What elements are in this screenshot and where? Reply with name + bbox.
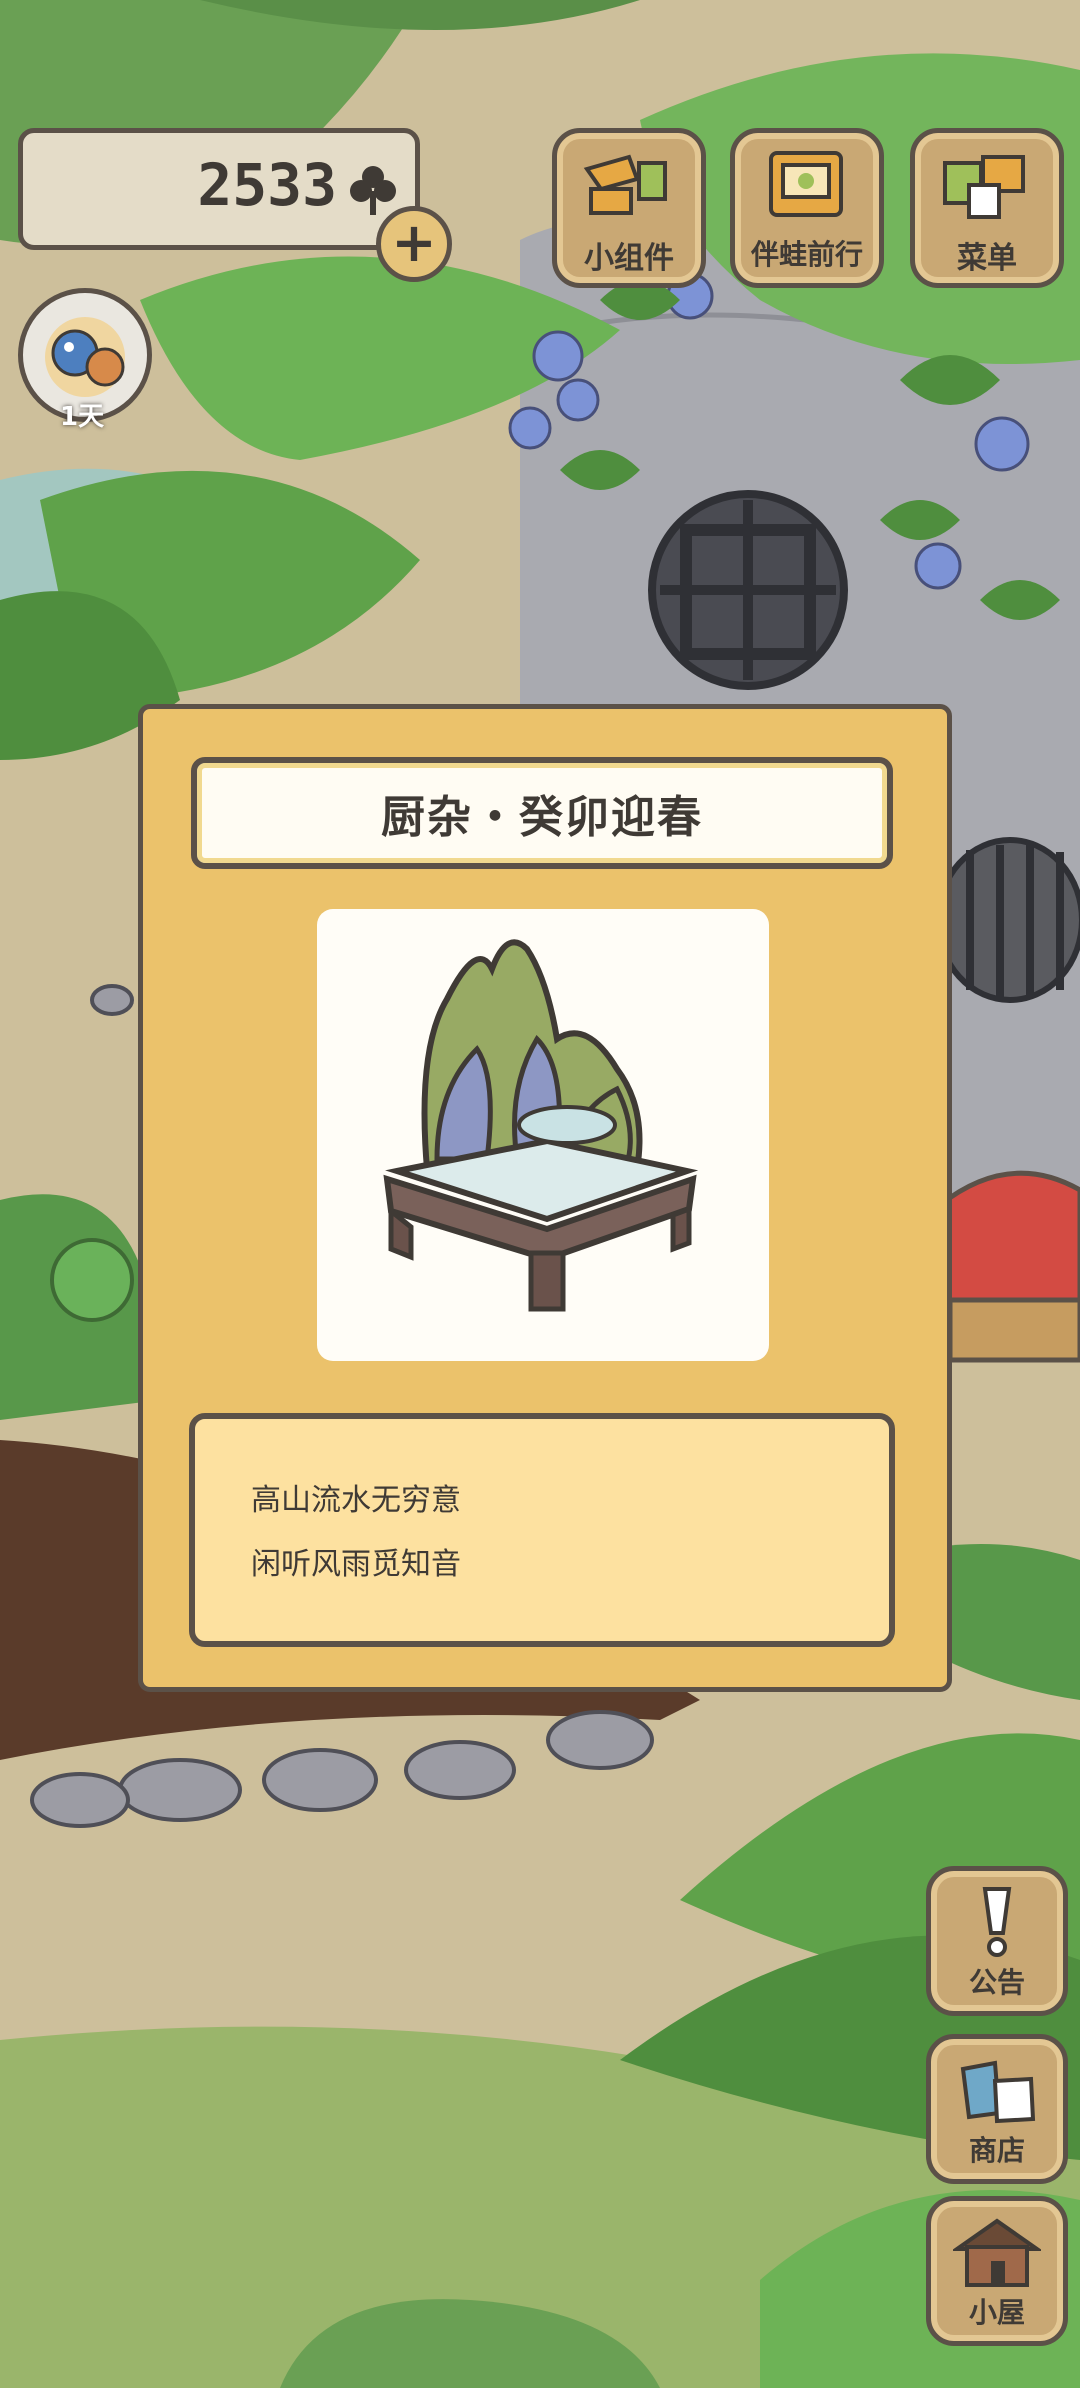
bonsai-rock-fountain-icon: [383, 939, 699, 1312]
travel-with-frog-label: 伴蛙前行: [750, 238, 863, 271]
menu-icon: [943, 155, 1025, 219]
item-title: 厨杂・癸卯迎春: [191, 757, 893, 869]
shop-button[interactable]: 商店: [926, 2034, 1068, 2184]
cabin-label: 小屋: [968, 2296, 1025, 2329]
widgets-button[interactable]: 小组件: [552, 128, 706, 288]
description-line-2: 闲听风雨觅知音: [251, 1547, 461, 1582]
menu-button[interactable]: 菜单: [910, 128, 1064, 288]
clover-icon: [350, 166, 396, 215]
exclamation-icon: [982, 1887, 1012, 1957]
notice-button[interactable]: 公告: [926, 1866, 1068, 2016]
cabin-button[interactable]: 小屋: [926, 2196, 1068, 2346]
clover-count: 2533: [197, 151, 337, 219]
notice-label: 公告: [968, 1966, 1025, 1999]
add-clover-button[interactable]: +: [376, 206, 452, 282]
shop-bags-icon: [960, 2060, 1036, 2124]
widgets-icon: [583, 154, 667, 215]
item-image-frame: [317, 909, 769, 1361]
menu-label: 菜单: [957, 241, 1017, 276]
shop-label: 商店: [968, 2134, 1025, 2167]
clover-counter: 2533: [18, 128, 420, 250]
item-description-box: 高山流水无穷意 闲听风雨觅知音: [189, 1413, 895, 1647]
day-counter: 1天: [60, 402, 105, 432]
widgets-label: 小组件: [584, 241, 674, 276]
house-icon: [953, 2218, 1041, 2287]
frog-journal-icon: [769, 151, 843, 217]
travel-with-frog-button[interactable]: 伴蛙前行: [730, 128, 884, 288]
description-line-1: 高山流水无穷意: [251, 1483, 461, 1518]
item-detail-panel[interactable]: 厨杂・癸卯迎春 高山流水无穷意 闲听风雨觅知音: [138, 704, 952, 1692]
